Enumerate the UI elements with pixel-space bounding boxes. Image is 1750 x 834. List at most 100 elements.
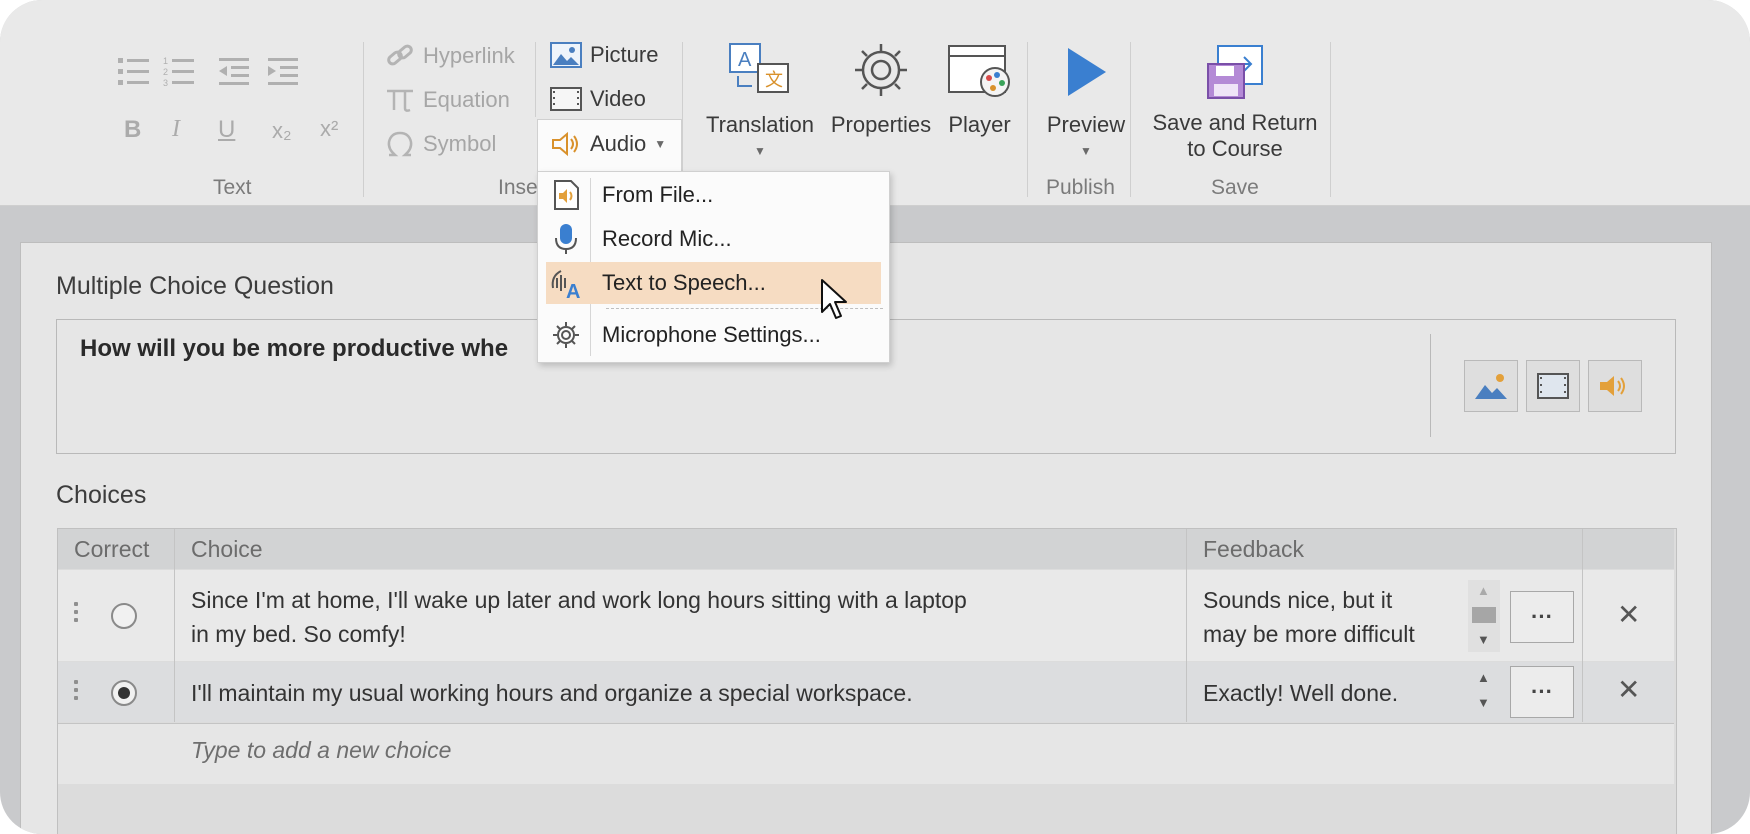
properties-button[interactable]: Properties bbox=[826, 40, 936, 138]
add-choice-placeholder[interactable]: Type to add a new choice bbox=[191, 737, 451, 764]
link-icon bbox=[387, 44, 413, 66]
feedback-more-button[interactable]: ··· bbox=[1510, 591, 1574, 643]
svg-text:2: 2 bbox=[163, 67, 168, 77]
video-button[interactable]: Video bbox=[550, 86, 646, 112]
group-separator bbox=[1130, 42, 1131, 197]
column-divider bbox=[1186, 529, 1187, 722]
preview-button[interactable]: Preview ▼ bbox=[1042, 44, 1130, 164]
app-window: 123 B I U x₂ x² Text Hyperlink Equation … bbox=[0, 0, 1750, 834]
insert-picture-button[interactable] bbox=[1464, 360, 1518, 412]
choices-section-title: Choices bbox=[56, 481, 147, 509]
preview-label: Preview bbox=[1046, 112, 1126, 137]
bold-button[interactable]: B bbox=[124, 116, 141, 144]
video-icon bbox=[550, 87, 582, 111]
remove-choice-button[interactable]: ✕ bbox=[1617, 673, 1640, 706]
audio-button-content[interactable]: Audio ▼ bbox=[550, 130, 666, 158]
audio-label: Audio bbox=[590, 131, 647, 156]
microphone-icon bbox=[555, 224, 577, 254]
group-label-text: Text bbox=[213, 176, 252, 199]
drag-handle-icon[interactable] bbox=[74, 602, 78, 626]
choice-text-line1[interactable]: Since I'm at home, I'll wake up later an… bbox=[191, 584, 967, 617]
italic-button[interactable]: I bbox=[172, 116, 180, 143]
feedback-more-button[interactable]: ··· bbox=[1510, 666, 1574, 718]
feedback-text-line1[interactable]: Sounds nice, but it bbox=[1203, 584, 1392, 617]
equation-button[interactable]: Equation bbox=[385, 86, 510, 114]
group-label-save: Save bbox=[1211, 176, 1259, 199]
svg-text:文: 文 bbox=[765, 70, 783, 90]
choice-text-line2[interactable]: in my bed. So comfy! bbox=[191, 618, 406, 651]
feedback-text-line2[interactable]: may be more difficult bbox=[1203, 618, 1415, 651]
audio-dropdown-menu: From File... Record Mic... A Text to Spe… bbox=[537, 171, 890, 363]
svg-text:1: 1 bbox=[163, 56, 168, 66]
mouse-cursor-icon bbox=[821, 279, 847, 319]
numbered-list-icon[interactable]: 123 bbox=[163, 56, 195, 88]
insert-audio-button[interactable] bbox=[1588, 360, 1642, 412]
video-label: Video bbox=[590, 86, 646, 111]
svg-text:A: A bbox=[738, 49, 752, 71]
save-return-icon bbox=[1207, 45, 1263, 99]
menu-item-from-file[interactable]: From File... bbox=[546, 174, 881, 216]
subscript-button[interactable]: x₂ bbox=[272, 118, 292, 144]
remove-choice-button[interactable]: ✕ bbox=[1617, 598, 1640, 631]
underline-button[interactable]: U bbox=[218, 116, 235, 144]
scroll-down-icon[interactable]: ▼ bbox=[1477, 695, 1490, 710]
column-header-choice: Choice bbox=[191, 535, 263, 562]
translation-label: Translation bbox=[705, 112, 814, 137]
omega-icon bbox=[387, 131, 413, 157]
scroll-up-icon[interactable]: ▲ bbox=[1477, 670, 1490, 685]
decrease-indent-icon[interactable] bbox=[219, 56, 251, 88]
bullet-list-icon[interactable] bbox=[118, 56, 150, 88]
chevron-down-icon: ▼ bbox=[1080, 144, 1092, 158]
translation-button[interactable]: A 文 Translation ▼ bbox=[700, 40, 820, 164]
feedback-text-line1[interactable]: Exactly! Well done. bbox=[1203, 677, 1398, 710]
symbol-button[interactable]: Symbol bbox=[385, 130, 496, 158]
properties-label: Properties bbox=[830, 112, 932, 137]
hyperlink-button[interactable]: Hyperlink bbox=[385, 42, 515, 70]
column-header-correct: Correct bbox=[74, 535, 150, 562]
group-separator bbox=[363, 42, 364, 197]
chevron-down-icon: ▼ bbox=[654, 137, 667, 151]
drag-handle-icon[interactable] bbox=[74, 680, 78, 704]
choice-text-line1[interactable]: I'll maintain my usual working hours and… bbox=[191, 677, 913, 710]
menu-item-record-mic[interactable]: Record Mic... bbox=[546, 218, 881, 260]
column-header-feedback: Feedback bbox=[1203, 535, 1305, 562]
scroll-up-icon[interactable]: ▲ bbox=[1477, 583, 1490, 598]
pi-icon bbox=[387, 89, 413, 112]
group-label-insert: Inse bbox=[498, 176, 538, 199]
table-header bbox=[58, 529, 1674, 569]
gear-icon bbox=[553, 322, 579, 348]
menu-item-label: Record Mic... bbox=[602, 226, 732, 251]
group-separator bbox=[535, 42, 536, 117]
menu-item-label: From File... bbox=[602, 182, 714, 207]
scroll-thumb[interactable] bbox=[1472, 607, 1496, 623]
save-and-return-button[interactable]: Save and Return to Course bbox=[1145, 42, 1325, 162]
correct-radio[interactable] bbox=[111, 603, 137, 629]
hyperlink-label: Hyperlink bbox=[423, 43, 515, 68]
player-button[interactable]: Player bbox=[942, 40, 1017, 138]
question-text[interactable]: How will you be more productive whe bbox=[80, 335, 508, 363]
equation-label: Equation bbox=[423, 87, 510, 112]
group-separator bbox=[1027, 42, 1028, 197]
picture-icon bbox=[1475, 374, 1507, 399]
column-divider bbox=[174, 529, 175, 722]
question-section-title: Multiple Choice Question bbox=[56, 272, 334, 300]
symbol-label: Symbol bbox=[423, 131, 497, 156]
group-label-publish: Publish bbox=[1046, 176, 1115, 199]
save-and-return-label-line2: to Course bbox=[1187, 136, 1283, 161]
increase-indent-icon[interactable] bbox=[268, 56, 300, 88]
picture-label: Picture bbox=[590, 42, 659, 67]
scroll-down-icon[interactable]: ▼ bbox=[1477, 632, 1490, 647]
superscript-button[interactable]: x² bbox=[320, 116, 338, 142]
menu-item-label: Microphone Settings... bbox=[602, 322, 821, 347]
question-media-separator bbox=[1430, 334, 1431, 437]
gear-icon bbox=[855, 44, 907, 96]
picture-button[interactable]: Picture bbox=[550, 42, 658, 68]
translation-icon: A 文 bbox=[729, 43, 789, 93]
svg-text:3: 3 bbox=[163, 78, 168, 88]
correct-radio-selected[interactable] bbox=[111, 680, 137, 706]
speaker-icon bbox=[552, 131, 578, 157]
audio-file-icon bbox=[554, 180, 579, 210]
text-to-speech-icon: A bbox=[551, 270, 580, 300]
insert-video-button[interactable] bbox=[1526, 360, 1580, 412]
menu-item-label: Text to Speech... bbox=[602, 270, 766, 295]
